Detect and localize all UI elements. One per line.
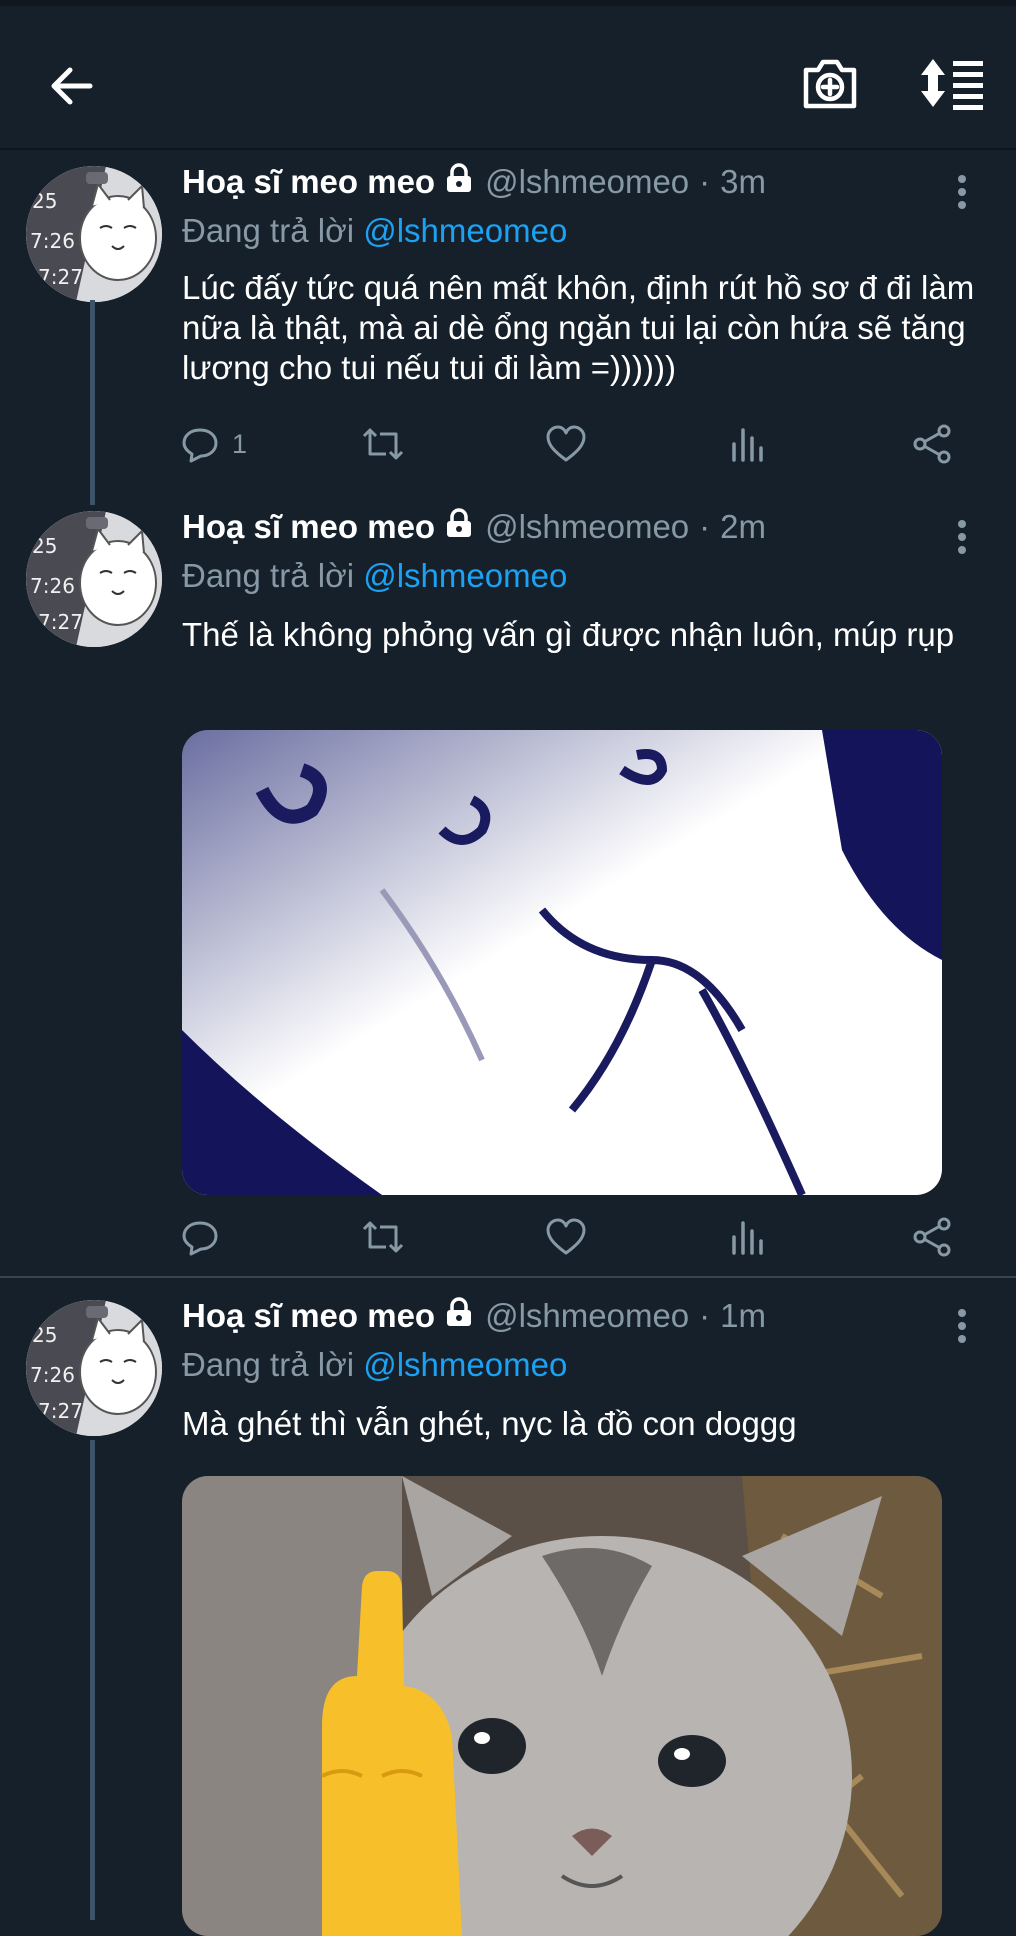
cat-avatar-image: 25 7:26 7:27: [26, 1300, 162, 1436]
reply-icon: [182, 1221, 218, 1256]
arrow-left-icon: [51, 67, 93, 105]
reply-mention-link[interactable]: @lshmeomeo: [363, 557, 567, 594]
reply-mention-link[interactable]: @lshmeomeo: [363, 1346, 567, 1383]
display-name[interactable]: Hoạ sĩ meo meo: [182, 1297, 435, 1335]
reply-label: Đang trả lời: [182, 557, 355, 594]
svg-text:7:27: 7:27: [38, 610, 83, 634]
svg-text:25: 25: [32, 189, 57, 213]
lock-icon: [443, 162, 475, 202]
thread-line: [90, 1440, 95, 1920]
reply-icon: [182, 428, 218, 463]
display-name[interactable]: Hoạ sĩ meo meo: [182, 508, 435, 546]
top-app-bar: [0, 0, 1016, 150]
sort-list-icon: [921, 59, 983, 110]
replying-to: Đang trả lời @lshmeomeo: [182, 1346, 567, 1384]
reply-button[interactable]: 1: [180, 420, 247, 468]
tweet-actions: 1: [180, 420, 960, 468]
analytics-icon: [732, 1221, 763, 1255]
more-vertical-icon: [958, 175, 966, 209]
svg-text:7:26: 7:26: [30, 1363, 75, 1387]
like-button[interactable]: [545, 420, 587, 468]
analytics-button[interactable]: [730, 1213, 766, 1261]
separator-dot: ·: [699, 163, 711, 200]
more-vertical-icon: [958, 1309, 966, 1343]
share-button[interactable]: [912, 420, 954, 468]
tweet-media-image[interactable]: [182, 730, 942, 1195]
svg-text:7:27: 7:27: [38, 1399, 83, 1423]
tweet-actions: [180, 1213, 960, 1261]
reply-label: Đang trả lời: [182, 212, 355, 249]
kitten-middle-finger-image: [182, 1476, 942, 1936]
timestamp[interactable]: 2m: [720, 508, 766, 546]
analytics-icon: [732, 428, 763, 462]
timestamp[interactable]: 3m: [720, 163, 766, 201]
tweet[interactable]: 25 7:26 7:27 Hoạ sĩ meo meo @lshmeomeo ·…: [0, 150, 1016, 505]
sort-button[interactable]: [916, 54, 988, 112]
cat-avatar-image: 25 7:26 7:27: [26, 166, 162, 302]
separator-dot: ·: [699, 508, 711, 545]
retweet-icon: [362, 428, 404, 460]
svg-text:7:26: 7:26: [30, 229, 75, 253]
svg-text:7:27: 7:27: [38, 265, 83, 289]
camera-plus-icon: [803, 59, 857, 109]
analytics-button[interactable]: [730, 420, 766, 468]
tweet[interactable]: 25 7:26 7:27 Hoạ sĩ meo meo @lshmeomeo ·…: [0, 1288, 1016, 1936]
cat-avatar-image: 25 7:26 7:27: [26, 511, 162, 647]
tweet-header: Hoạ sĩ meo meo @lshmeomeo · 2m: [182, 499, 766, 555]
svg-text:25: 25: [32, 1323, 57, 1347]
tweet-text: Mà ghét thì vẫn ghét, nyc là đồ con dogg…: [182, 1405, 797, 1442]
handle[interactable]: @lshmeomeo: [485, 163, 689, 201]
reply-mention-link[interactable]: @lshmeomeo: [363, 212, 567, 249]
display-name[interactable]: Hoạ sĩ meo meo: [182, 163, 435, 201]
lock-icon: [443, 507, 475, 547]
timestamp[interactable]: 1m: [720, 1297, 766, 1335]
more-options-button[interactable]: [950, 1308, 974, 1344]
replying-to: Đang trả lời @lshmeomeo: [182, 557, 567, 595]
tweet-text: Lúc đấy tức quá nên mất khôn, định rút h…: [182, 269, 975, 386]
share-button[interactable]: [912, 1213, 954, 1261]
share-icon: [913, 424, 951, 464]
heart-icon: [546, 1218, 586, 1255]
tweet-header: Hoạ sĩ meo meo @lshmeomeo · 3m: [182, 154, 766, 210]
cartoon-reaction-image: [182, 730, 942, 1195]
tweet-header: Hoạ sĩ meo meo @lshmeomeo · 1m: [182, 1288, 766, 1344]
reply-button[interactable]: [180, 1213, 232, 1261]
avatar[interactable]: 25 7:26 7:27: [26, 166, 162, 302]
tweet-media-image[interactable]: [182, 1476, 942, 1936]
svg-text:7:26: 7:26: [30, 574, 75, 598]
like-button[interactable]: [545, 1213, 587, 1261]
replying-to: Đang trả lời @lshmeomeo: [182, 212, 567, 250]
avatar[interactable]: 25 7:26 7:27: [26, 511, 162, 647]
tweet-text: Thế là không phỏng vấn gì được nhận luôn…: [182, 616, 955, 653]
tweet[interactable]: 25 7:26 7:27 Hoạ sĩ meo meo @lshmeomeo ·…: [0, 505, 1016, 1275]
reply-count: 1: [232, 428, 248, 459]
heart-icon: [546, 425, 586, 462]
retweet-icon: [362, 1221, 404, 1253]
handle[interactable]: @lshmeomeo: [485, 508, 689, 546]
svg-text:25: 25: [32, 534, 57, 558]
handle[interactable]: @lshmeomeo: [485, 1297, 689, 1335]
more-vertical-icon: [958, 520, 966, 554]
separator-dot: ·: [699, 1297, 711, 1334]
retweet-button[interactable]: [360, 1213, 406, 1261]
tweet-divider: [0, 1276, 1016, 1278]
thread-line: [90, 300, 95, 505]
retweet-button[interactable]: [360, 420, 406, 468]
avatar[interactable]: 25 7:26 7:27: [26, 1300, 162, 1436]
more-options-button[interactable]: [950, 174, 974, 210]
lock-icon: [443, 1296, 475, 1336]
more-options-button[interactable]: [950, 519, 974, 555]
camera-button[interactable]: [796, 52, 864, 116]
back-button[interactable]: [40, 54, 104, 118]
share-icon: [913, 1217, 951, 1257]
reply-label: Đang trả lời: [182, 1346, 355, 1383]
